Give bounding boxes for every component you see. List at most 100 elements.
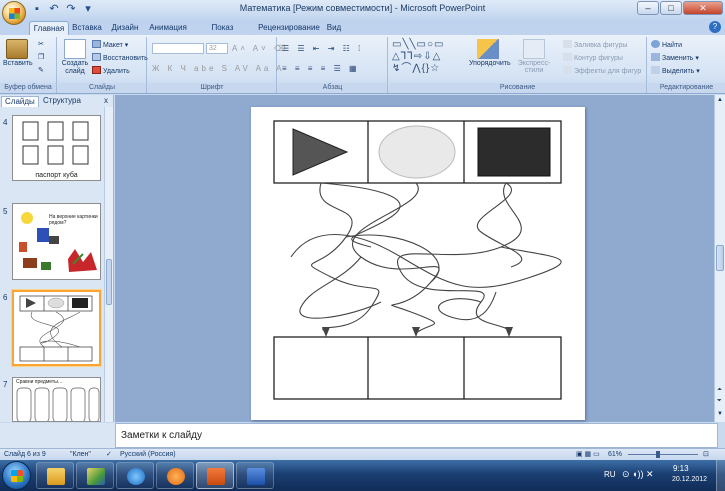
ribbon: Вставить ✂ ❐ ✎ Буфер обмена Создать слай… [0,35,725,94]
delete-slide-button[interactable]: Удалить [92,66,130,77]
minimize-button[interactable]: – [637,1,659,15]
slides-panel: Слайды Структура x 4 паспорт куба 5 На в… [0,95,114,422]
thumb-caption: паспорт куба [35,172,78,179]
fit-to-window-icon[interactable]: ⊡ [703,449,709,460]
slide-thumbnail-5[interactable]: На верхние картинки рядом? [12,203,101,280]
group-paragraph: ☰ ☰ ⇤ ⇥ ☷ ⁞ ≡ ≡ ≡ ≡ ☰ ▦ Абзац [278,37,388,93]
panel-scroll-thumb[interactable] [106,259,112,305]
current-slide[interactable] [251,107,585,420]
replace-label: Заменить [662,55,694,62]
tab-slides-panel[interactable]: Слайды [1,96,39,107]
taskbar-media-player[interactable] [156,462,194,489]
delete-label: Удалить [103,68,130,75]
prev-slide-icon[interactable]: ⏶ [717,387,722,394]
start-button[interactable] [2,461,31,490]
tab-view[interactable]: Вид [324,21,344,35]
font-size-combo[interactable]: 32 [206,43,228,54]
office-button[interactable] [2,1,26,25]
taskbar-paint[interactable] [76,462,114,489]
thumb-caption: Сравни предметы… [16,379,63,385]
language-status[interactable]: Русский (Россия) [120,449,176,460]
triangle-shape [292,128,349,176]
maximize-button[interactable]: □ [660,1,682,15]
replace-button[interactable]: Заменить ▾ [651,53,699,64]
fill-label: Заливка фигуры [574,42,628,49]
close-button[interactable]: ✕ [683,1,723,15]
paint-icon [87,468,105,485]
shapes-gallery[interactable]: ▭╲╲▭○▭ △⅂⅂⇨⇩△ ↯⌒⋀{}☆ [392,39,444,75]
tab-design[interactable]: Дизайн [110,21,140,35]
list-buttons[interactable]: ☰ ☰ ⇤ ⇥ ☷ ⁞ [282,43,363,54]
maze-worksheet [273,120,562,400]
tab-outline-panel[interactable]: Структура [40,96,84,107]
scroll-up-icon[interactable]: ▲ [717,97,723,103]
font-format-buttons[interactable]: Ж К Ч abe S AV Aa A [152,63,285,74]
tray-icons[interactable]: ⊙ ◖)) ✕ [622,469,654,480]
quick-styles-label: Экспресс-стили [517,60,551,74]
clock-date[interactable]: 20.12.2012 [672,476,707,483]
taskbar-word[interactable] [236,462,274,489]
layout-button[interactable]: Макет ▾ [92,40,128,51]
layout-label: Макет [103,42,123,49]
zoom-slider-handle[interactable] [656,451,660,458]
select-button[interactable]: Выделить ▾ [651,66,700,77]
slide-thumbnail-4[interactable]: паспорт куба [12,115,101,181]
spellcheck-icon[interactable]: ✓ [106,449,112,460]
arrange-button[interactable]: Упорядочить [469,39,511,67]
tab-insert[interactable]: Вставка [72,21,102,35]
clock-time[interactable]: 9:13 [673,464,689,473]
slide-scrollbar[interactable]: ▲ ⏶ ⏷ ▼ [714,95,725,422]
slide-editor [115,95,714,422]
reset-button[interactable]: Восстановить [92,53,148,64]
notes-left-edge [0,423,115,448]
taskbar-powerpoint[interactable] [196,462,234,489]
slide-thumbnail-7[interactable]: Сравни предметы… [12,377,101,422]
taskbar-ie[interactable] [116,462,154,489]
select-label: Выделить [662,68,695,75]
language-indicator[interactable]: RU [604,470,616,479]
new-slide-button[interactable]: Создать слайд [60,39,90,76]
slide-scroll-thumb[interactable] [716,245,724,271]
slide-number: 4 [3,118,8,127]
tab-animation[interactable]: Анимация [148,21,188,35]
shape-effects-button[interactable]: Эффекты для фигур [563,66,641,77]
tab-slideshow[interactable]: Показ слайдов [195,21,250,45]
drawing-group-label: Рисование [389,83,646,93]
square-shape [477,127,551,177]
next-slide-icon[interactable]: ⏷ [717,398,722,405]
theme-name: "Клен" [70,451,91,458]
tab-review[interactable]: Рецензирование [256,21,322,35]
find-button[interactable]: Найти [651,40,682,51]
windows-logo-icon [11,470,23,482]
close-icon[interactable]: x [104,96,108,105]
word-icon [247,468,265,485]
copy-icon[interactable]: ❐ [38,52,44,63]
scroll-down-icon[interactable]: ▼ [717,411,723,417]
notes-pane[interactable]: Заметки к слайду [115,423,718,448]
font-group-label: Шрифт [148,83,276,93]
zoom-slider[interactable] [628,451,698,458]
show-desktop-button[interactable] [716,460,725,491]
tab-home[interactable]: Главная [29,21,69,35]
quick-styles-button[interactable]: Экспресс-стили [509,39,559,74]
office-logo-icon [9,8,20,19]
taskbar-explorer[interactable] [36,462,74,489]
shape-outline-button[interactable]: Контур фигуры [563,53,623,64]
delete-icon [92,66,101,74]
panel-scrollbar[interactable] [104,107,113,422]
alignment-buttons[interactable]: ≡ ≡ ≡ ≡ ☰ ▦ [282,63,360,74]
zoom-level[interactable]: 61% [608,449,622,460]
media-player-icon [167,468,185,485]
slide-thumbnail-6-selected[interactable] [12,290,101,366]
reset-icon [92,53,101,61]
maze-preview [19,295,93,362]
font-name-combo[interactable] [152,43,204,54]
format-painter-icon[interactable]: ✎ [38,65,44,76]
status-bar: Слайд 6 из 9 "Клен" ✓ Русский (Россия) ▣… [0,448,725,460]
view-buttons[interactable]: ▣ ▦ ▭ [576,449,600,460]
help-icon[interactable]: ? [709,21,721,33]
shape-fill-button[interactable]: Заливка фигуры [563,40,627,51]
find-icon [651,40,660,48]
cut-icon[interactable]: ✂ [38,39,44,50]
paste-button[interactable]: Вставить [3,39,33,67]
